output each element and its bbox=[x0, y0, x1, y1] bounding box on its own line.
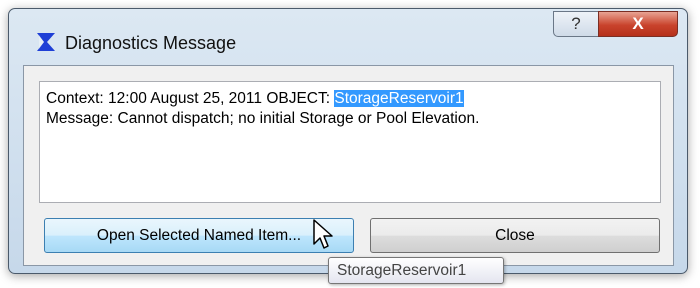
close-button[interactable]: Close bbox=[370, 218, 660, 253]
mouse-cursor-icon bbox=[313, 219, 333, 249]
diagnostics-dialog: Diagnostics Message ? X Context: 12:00 A… bbox=[8, 8, 688, 274]
message-textarea[interactable]: Context: 12:00 August 25, 2011 OBJECT: S… bbox=[39, 81, 661, 203]
help-button[interactable]: ? bbox=[553, 11, 599, 37]
dialog-body: Context: 12:00 August 25, 2011 OBJECT: S… bbox=[23, 65, 674, 266]
help-icon: ? bbox=[571, 14, 581, 33]
window-title: Diagnostics Message bbox=[65, 33, 237, 53]
context-prefix: Context: 12:00 August 25, 2011 OBJECT: bbox=[46, 90, 335, 107]
close-button-label: Close bbox=[495, 226, 535, 244]
open-selected-named-item-button[interactable]: Open Selected Named Item... bbox=[44, 218, 354, 253]
tooltip: StorageReservoir1 bbox=[328, 257, 504, 284]
context-line: Context: 12:00 August 25, 2011 OBJECT: S… bbox=[46, 89, 654, 109]
message-line: Message: Cannot dispatch; no initial Sto… bbox=[46, 110, 480, 127]
window-close-button[interactable]: X bbox=[598, 11, 678, 37]
open-selected-label: Open Selected Named Item... bbox=[96, 226, 302, 244]
tooltip-text: StorageReservoir1 bbox=[337, 261, 467, 279]
title-bar[interactable]: Diagnostics Message ? X bbox=[9, 9, 687, 55]
selected-object-name[interactable]: StorageReservoir1 bbox=[334, 90, 464, 107]
app-icon bbox=[37, 33, 55, 51]
close-icon: X bbox=[632, 14, 644, 33]
